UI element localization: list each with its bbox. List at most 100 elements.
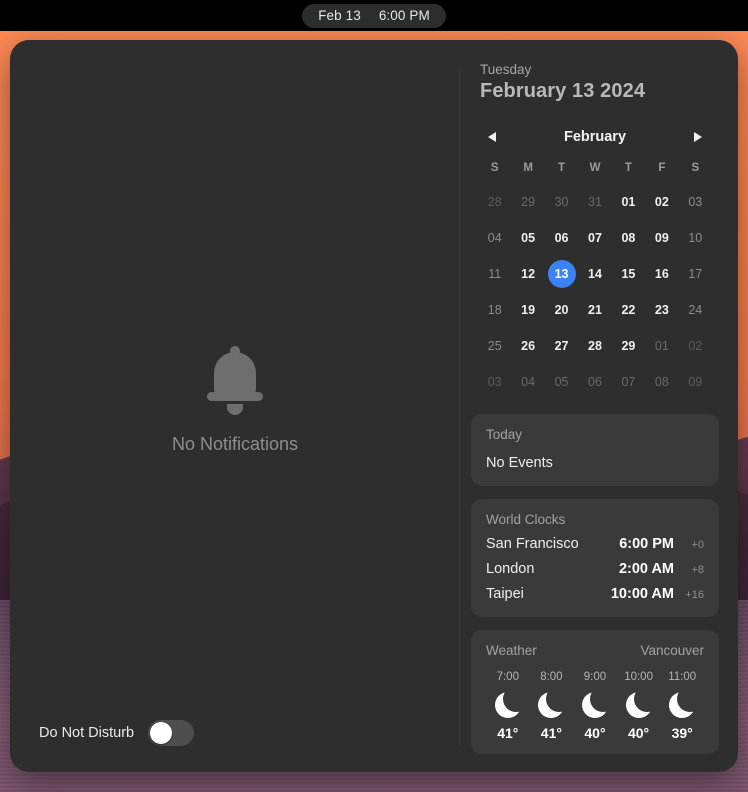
- calendar-day[interactable]: 19: [511, 292, 544, 328]
- calendar-day[interactable]: 04: [511, 364, 544, 400]
- calendar-day-number: 05: [521, 231, 536, 245]
- menubar-time: 6:00 PM: [378, 7, 430, 23]
- calendar-day[interactable]: 08: [645, 364, 678, 400]
- menubar-clock[interactable]: Feb 13 6:00 PM: [302, 3, 446, 28]
- calendar-widget[interactable]: February S M T W T F S 28 29 30 31 01 02 03 04 05 06 07 0…: [471, 128, 719, 400]
- notification-center-panel: No Notifications Do Not Disturb Tuesday …: [10, 40, 738, 772]
- calendar-day[interactable]: 09: [645, 220, 678, 256]
- weather-hour-time: 10:00: [624, 671, 653, 683]
- chevron-left-icon[interactable]: [486, 128, 502, 146]
- calendar-day[interactable]: 05: [511, 220, 544, 256]
- calendar-weekday-5: F: [658, 162, 666, 174]
- calendar-day-number: 04: [521, 375, 536, 389]
- calendar-day-number: 16: [654, 267, 669, 281]
- calendar-day[interactable]: 18: [478, 292, 511, 328]
- moon-icon: [538, 692, 565, 718]
- weather-hour-temp: 39°: [671, 725, 693, 741]
- calendar-day[interactable]: 06: [578, 364, 611, 400]
- weather-hour-time: 8:00: [540, 671, 563, 683]
- calendar-day-number: 10: [688, 231, 703, 245]
- calendar-nav: February: [478, 128, 712, 146]
- calendar-day-number: 25: [487, 339, 502, 353]
- calendar-day[interactable]: 31: [578, 184, 611, 220]
- bell-icon: [206, 346, 264, 415]
- calendar-day[interactable]: 03: [679, 184, 712, 220]
- calendar-day-number: 12: [521, 267, 536, 281]
- calendar-day[interactable]: 04: [478, 220, 511, 256]
- calendar-day-number: 08: [621, 231, 636, 245]
- calendar-day-number: 30: [554, 195, 569, 209]
- full-date-label: February 13 2024: [480, 80, 646, 102]
- calendar-day[interactable]: 02: [645, 184, 678, 220]
- date-header: Tuesday February 13 2024: [471, 62, 719, 103]
- calendar-day[interactable]: 05: [545, 364, 578, 400]
- calendar-day[interactable]: 10: [679, 220, 712, 256]
- calendar-day[interactable]: 29: [511, 184, 544, 220]
- chevron-right-icon[interactable]: [688, 128, 704, 146]
- calendar-day[interactable]: 21: [578, 292, 611, 328]
- calendar-day-number: 27: [554, 339, 569, 353]
- calendar-day[interactable]: 27: [545, 328, 578, 364]
- calendar-day-number: 09: [688, 375, 703, 389]
- world-clocks-title: World Clocks: [486, 512, 566, 527]
- calendar-day-number: 14: [588, 267, 602, 281]
- calendar-day-selected[interactable]: 13: [545, 256, 578, 292]
- weather-hour-temp: 40°: [627, 725, 650, 741]
- calendar-day-number: 26: [521, 339, 536, 353]
- calendar-day[interactable]: 30: [545, 184, 578, 220]
- do-not-disturb-toggle[interactable]: [148, 720, 195, 746]
- weather-hour-time: 7:00: [496, 671, 519, 683]
- weather-hour-column: 9:00 40°: [573, 671, 617, 741]
- calendar-day[interactable]: 15: [612, 256, 645, 292]
- calendar-month-label: February: [563, 129, 627, 145]
- calendar-day[interactable]: 03: [478, 364, 511, 400]
- calendar-day-number: 23: [654, 303, 669, 317]
- calendar-day[interactable]: 12: [511, 256, 544, 292]
- weather-hourly-forecast: 7:00 41° 8:00 41° 9:00 40° 10:00 40° 11:00 39°: [486, 671, 704, 741]
- calendar-weekday-2: T: [558, 162, 566, 174]
- events-empty-label: No Events: [486, 455, 553, 471]
- calendar-day-grid[interactable]: 28 29 30 31 01 02 03 04 05 06 07 08 09 10 11 12 13 14 15 16…: [478, 184, 712, 400]
- calendar-day[interactable]: 08: [612, 220, 645, 256]
- do-not-disturb-row[interactable]: Do Not Disturb: [39, 720, 195, 746]
- calendar-day[interactable]: 16: [645, 256, 678, 292]
- no-notifications-label: No Notifications: [171, 434, 299, 454]
- world-clock-row: London 2:00 AM +8: [486, 561, 704, 577]
- weather-widget[interactable]: Weather Vancouver 7:00 41° 8:00 41° 9:00 40° 1…: [471, 630, 719, 754]
- calendar-day[interactable]: 23: [645, 292, 678, 328]
- calendar-day-number: 01: [654, 339, 669, 353]
- world-clock-time: 2:00 AM: [618, 561, 674, 577]
- calendar-day-number: 18: [487, 303, 502, 317]
- calendar-day[interactable]: 01: [645, 328, 678, 364]
- world-clock-city: London: [486, 561, 535, 577]
- calendar-day[interactable]: 22: [612, 292, 645, 328]
- world-clocks-widget[interactable]: World Clocks San Francisco 6:00 PM +0 Londo…: [471, 499, 719, 617]
- calendar-day-number: 28: [487, 195, 502, 209]
- calendar-day[interactable]: 25: [478, 328, 511, 364]
- calendar-day[interactable]: 07: [612, 364, 645, 400]
- calendar-day[interactable]: 07: [578, 220, 611, 256]
- calendar-day[interactable]: 26: [511, 328, 544, 364]
- world-clock-offset: +8: [691, 564, 704, 576]
- calendar-day-number: 02: [654, 195, 669, 209]
- calendar-day[interactable]: 28: [578, 328, 611, 364]
- calendar-day[interactable]: 14: [578, 256, 611, 292]
- world-clocks-list: San Francisco 6:00 PM +0 London 2:00 AM +8 Tai…: [486, 536, 704, 602]
- calendar-day[interactable]: 28: [478, 184, 511, 220]
- no-notifications-placeholder: No Notifications: [10, 346, 460, 455]
- calendar-day[interactable]: 11: [478, 256, 511, 292]
- calendar-day[interactable]: 01: [612, 184, 645, 220]
- world-clock-time: 6:00 PM: [619, 536, 674, 552]
- calendar-day[interactable]: 29: [612, 328, 645, 364]
- calendar-day[interactable]: 20: [545, 292, 578, 328]
- calendar-day[interactable]: 06: [545, 220, 578, 256]
- calendar-day-number: 07: [588, 231, 602, 245]
- weather-hour-temp: 41°: [540, 725, 562, 741]
- events-widget[interactable]: Today No Events: [471, 414, 719, 486]
- calendar-day-number: 05: [554, 375, 569, 389]
- calendar-day[interactable]: 17: [679, 256, 712, 292]
- calendar-day[interactable]: 09: [679, 364, 712, 400]
- calendar-day-number: 06: [588, 375, 602, 389]
- calendar-day[interactable]: 02: [679, 328, 712, 364]
- calendar-day[interactable]: 24: [679, 292, 712, 328]
